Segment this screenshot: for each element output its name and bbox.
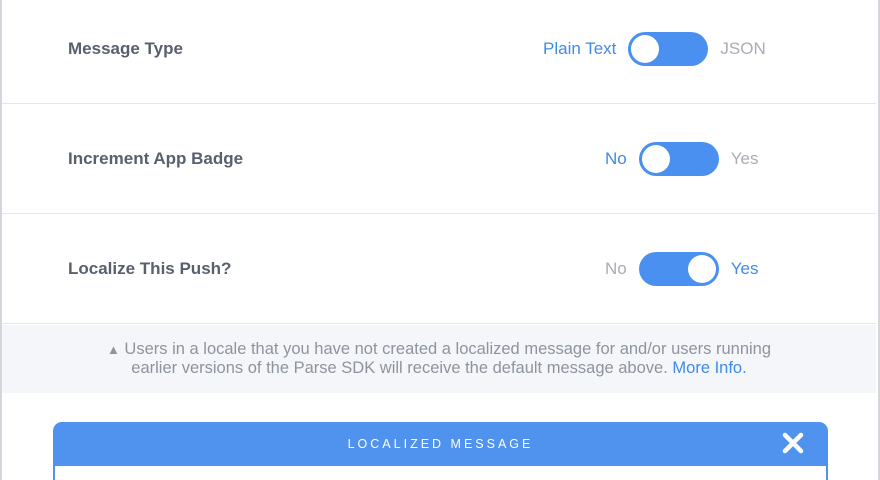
localize-push-switch[interactable] [638,251,719,286]
message-type-json-option[interactable]: JSON [720,39,765,59]
localization-notice: ▲ Users in a locale that you have not cr… [2,325,876,393]
message-type-switch[interactable] [628,31,709,66]
message-type-label: Message Type [68,38,183,58]
increment-badge-no-option[interactable]: No [605,149,627,169]
localized-message-header: LOCALIZED MESSAGE [53,422,828,466]
close-icon[interactable] [782,432,804,454]
localize-push-toggle-group: No Yes [605,251,759,286]
switch-knob [641,144,670,173]
notice-text-2: earlier versions of the Parse SDK will r… [131,359,668,377]
notice-line-2: earlier versions of the Parse SDK will r… [2,359,876,377]
message-type-plain-text-option[interactable]: Plain Text [543,39,616,59]
notice-line-1: ▲ Users in a locale that you have not cr… [2,340,876,359]
localize-push-label: Localize This Push? [68,258,232,278]
localized-message-body [53,466,828,480]
message-type-toggle-group: Plain Text JSON [543,31,766,66]
increment-badge-yes-option[interactable]: Yes [731,149,759,169]
switch-knob [687,254,716,283]
warning-icon: ▲ [106,342,120,357]
increment-badge-switch[interactable] [638,141,719,176]
switch-knob [631,34,660,63]
message-type-row: Message Type Plain Text JSON [2,0,876,104]
more-info-link[interactable]: More Info. [672,359,746,377]
localize-push-yes-option[interactable]: Yes [731,259,759,279]
increment-badge-toggle-group: No Yes [605,141,759,176]
localized-message-title: LOCALIZED MESSAGE [347,437,534,451]
notice-text-1: Users in a locale that you have not crea… [124,340,772,358]
increment-badge-label: Increment App Badge [68,148,244,168]
localize-push-row: Localize This Push? No Yes [2,214,876,324]
localize-push-no-option[interactable]: No [605,259,627,279]
increment-badge-row: Increment App Badge No Yes [2,104,876,214]
